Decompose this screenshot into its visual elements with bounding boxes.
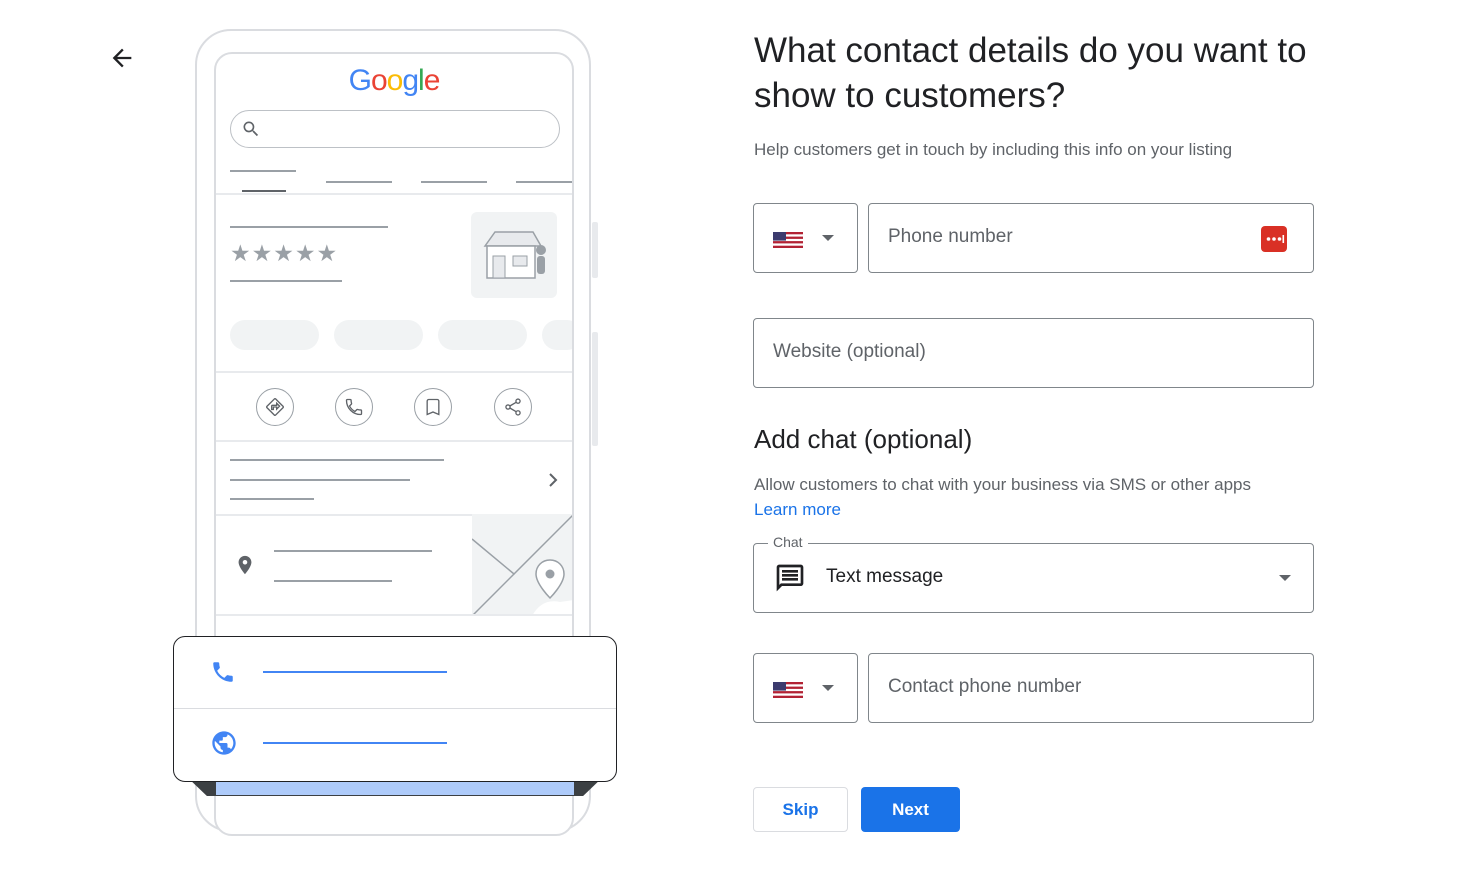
chat-type-dropdown[interactable]: Chat Text message (753, 534, 1314, 613)
chat-section-description: Allow customers to chat with your busine… (754, 475, 1251, 494)
chevron-right-icon (549, 473, 558, 487)
placeholder-website-line (263, 742, 447, 744)
divider (174, 708, 616, 709)
back-arrow-icon[interactable] (108, 44, 136, 72)
mock-chip (542, 320, 572, 350)
divider (216, 440, 572, 442)
phone-side-button (592, 332, 598, 446)
search-icon (243, 121, 259, 137)
dropdown-arrow-icon (1279, 575, 1291, 581)
us-flag-icon (773, 232, 803, 248)
placeholder-line (230, 498, 314, 500)
placeholder-line (230, 280, 342, 282)
map-thumbnail (471, 514, 572, 617)
placeholder-line (274, 550, 432, 552)
divider (216, 193, 572, 195)
mock-tab (421, 181, 487, 183)
storefront-icon (471, 212, 557, 298)
mock-chip (438, 320, 527, 350)
phone-illustration: Google ★★★★★ (170, 26, 620, 838)
website-placeholder: Website (optional) (773, 341, 926, 362)
page-title: What contact details do you want to show… (754, 31, 1307, 115)
contact-phone-placeholder: Contact phone number (888, 676, 1082, 697)
learn-more-link[interactable]: Learn more (754, 500, 841, 520)
divider (216, 614, 572, 616)
google-logo: Google (348, 64, 441, 97)
share-icon (494, 388, 532, 426)
dropdown-arrow-icon (822, 235, 834, 241)
card-blue-bar (216, 781, 574, 795)
mock-tab (326, 181, 392, 183)
placeholder-line (230, 479, 410, 481)
divider (216, 371, 572, 373)
mock-tab (516, 181, 572, 183)
us-flag-icon (773, 682, 803, 698)
globe-icon (212, 731, 236, 755)
message-icon (776, 564, 804, 592)
mock-search-bar (230, 110, 560, 148)
directions-icon (256, 388, 294, 426)
contact-info-card (173, 636, 617, 782)
chat-section-heading: Add chat (optional) (754, 424, 973, 454)
country-code-picker[interactable] (753, 203, 858, 273)
location-pin-icon (238, 555, 252, 575)
rating-stars: ★★★★★ (230, 240, 339, 266)
mock-tab (230, 170, 296, 172)
phone-side-button (592, 222, 598, 278)
phone-icon (335, 388, 373, 426)
skip-button[interactable]: Skip (753, 787, 848, 832)
chat-dropdown-label: Chat (768, 534, 808, 550)
phone-number-input[interactable]: Phone number (868, 203, 1314, 273)
page-subtitle: Help customers get in touch by including… (754, 140, 1233, 159)
bookmark-icon (414, 388, 452, 426)
placeholder-line (274, 580, 392, 582)
placeholder-phone-line (263, 671, 447, 673)
mock-chip (334, 320, 423, 350)
placeholder-line (230, 459, 444, 461)
website-input[interactable]: Website (optional) (753, 318, 1314, 388)
placeholder-line (230, 226, 388, 228)
mock-chip (230, 320, 319, 350)
password-manager-icon[interactable] (1261, 226, 1287, 252)
contact-phone-input[interactable]: Contact phone number (868, 653, 1314, 723)
contact-country-code-picker[interactable] (753, 653, 858, 723)
dropdown-arrow-icon (822, 685, 834, 691)
phone-icon (213, 662, 233, 682)
phone-number-placeholder: Phone number (888, 226, 1013, 247)
next-button[interactable]: Next (861, 787, 960, 832)
chat-dropdown-value: Text message (826, 566, 944, 587)
mock-tab-active (242, 190, 286, 192)
